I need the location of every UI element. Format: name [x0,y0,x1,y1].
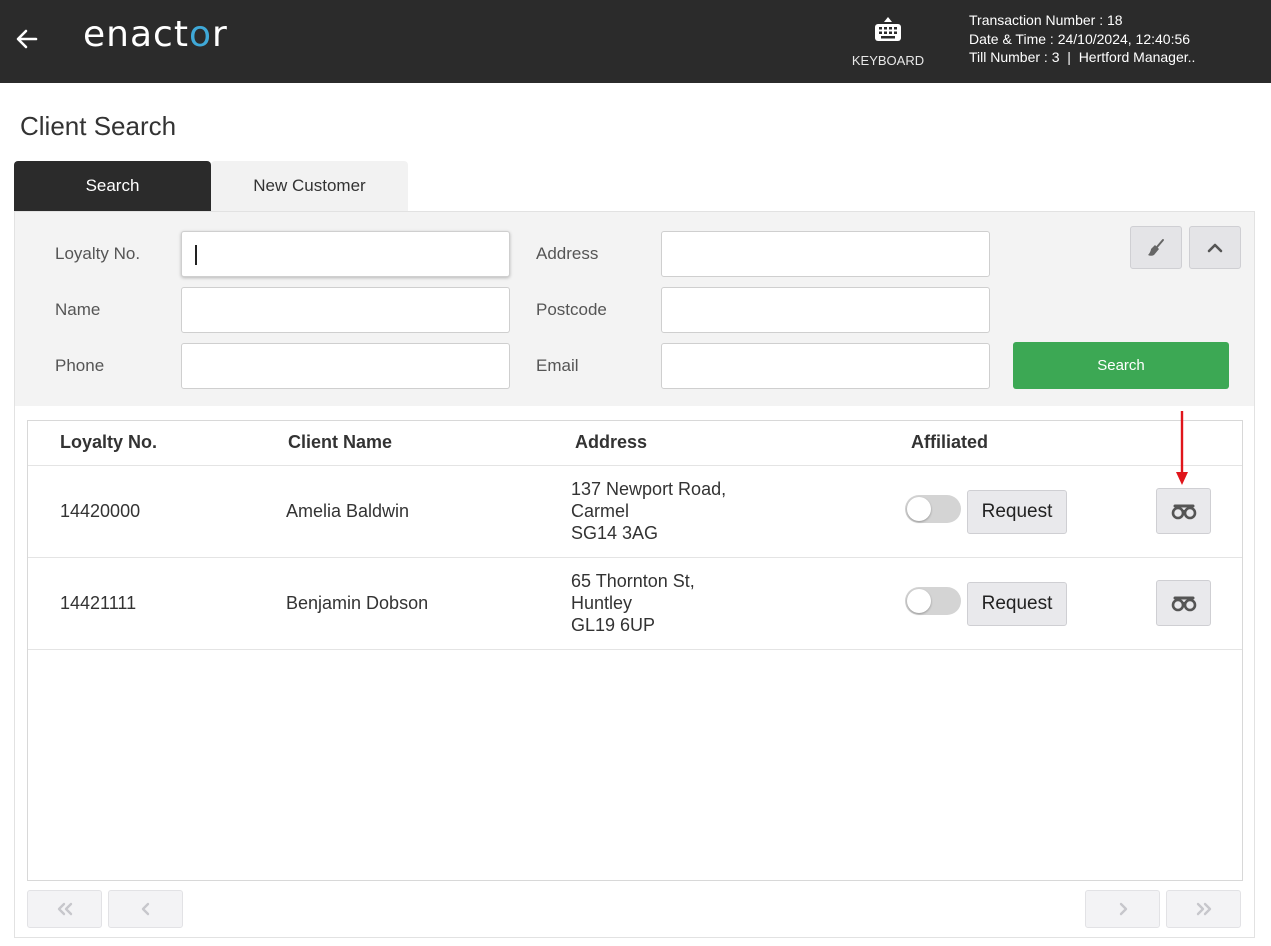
last-page-button[interactable] [1166,890,1241,928]
binoculars-icon [1171,596,1196,612]
email-input[interactable] [661,343,990,389]
tab-search[interactable]: Search [14,161,211,211]
first-page-icon [57,902,72,916]
row-loyalty: 14420000 [60,501,141,521]
search-panel: Loyalty No. Name Phone Address Postcode … [14,211,1255,406]
loyalty-label: Loyalty No. [55,244,141,263]
binoculars-icon [1171,504,1196,520]
row-client-name: Benjamin Dobson [286,593,429,613]
toggle-knob [907,589,931,613]
date-time: Date & Time : 24/10/2024, 12:40:56 [969,30,1191,47]
next-page-icon [1119,902,1127,916]
tab-new-customer[interactable]: New Customer [211,161,408,211]
table-row: 14420000 Amelia Baldwin 137 Newport Road… [28,466,1242,558]
results-table: Loyalty No. Client Name Address Affiliat… [27,420,1243,881]
row-address: 137 Newport Road, Carmel SG14 3AG [571,479,727,543]
page-title: Client Search [20,111,177,141]
view-client-button[interactable] [1156,488,1211,534]
next-page-button[interactable] [1085,890,1160,928]
address-input[interactable] [661,231,990,277]
header-affiliated: Affiliated [911,432,989,452]
header-address: Address [575,432,648,452]
first-page-button[interactable] [27,890,102,928]
text-caret [195,245,197,265]
header-client-name: Client Name [288,432,393,452]
toggle-knob [907,497,931,521]
broom-icon [1148,238,1164,256]
till-number: Till Number : 3 | Hertford Manager.. [969,49,1196,65]
keyboard-label: KEYBOARD [851,53,925,68]
row-client-name: Amelia Baldwin [286,501,410,521]
loyalty-input[interactable] [181,231,510,277]
back-arrow-icon[interactable] [14,26,40,52]
keyboard-button[interactable]: KEYBOARD [843,16,933,68]
phone-input[interactable] [181,343,510,389]
search-button[interactable]: Search [1013,342,1229,389]
top-bar: enactor KEYBOARD Transaction Number : 18… [0,0,1271,83]
table-row: 14421111 Benjamin Dobson 65 Thornton St,… [28,558,1242,650]
header-loyalty: Loyalty No. [60,432,158,452]
prev-page-button[interactable] [108,890,183,928]
transaction-info: Transaction Number : 18 Date & Time : 24… [969,11,1195,67]
email-label: Email [536,356,579,375]
name-label: Name [55,300,101,319]
enactor-logo: enactor [83,14,228,55]
affiliated-toggle[interactable] [905,587,961,615]
annotation-arrow-icon [1176,411,1188,485]
name-input[interactable] [181,287,510,333]
postcode-input[interactable] [661,287,990,333]
view-client-button[interactable] [1156,580,1211,626]
clear-form-button[interactable] [1130,226,1182,269]
chevron-up-icon [1207,243,1223,252]
address-label: Address [536,244,599,263]
keyboard-icon [875,17,901,41]
last-page-icon [1196,902,1211,916]
postcode-label: Postcode [536,300,607,319]
transaction-number: Transaction Number : 18 [969,12,1123,28]
request-button[interactable]: Request [967,490,1067,534]
collapse-panel-button[interactable] [1189,226,1241,269]
request-button[interactable]: Request [967,582,1067,626]
row-loyalty: 14421111 [60,593,137,613]
prev-page-icon [141,902,149,916]
row-address: 65 Thornton St, Huntley GL19 6UP [571,571,695,635]
affiliated-toggle[interactable] [905,495,961,523]
phone-label: Phone [55,356,105,375]
